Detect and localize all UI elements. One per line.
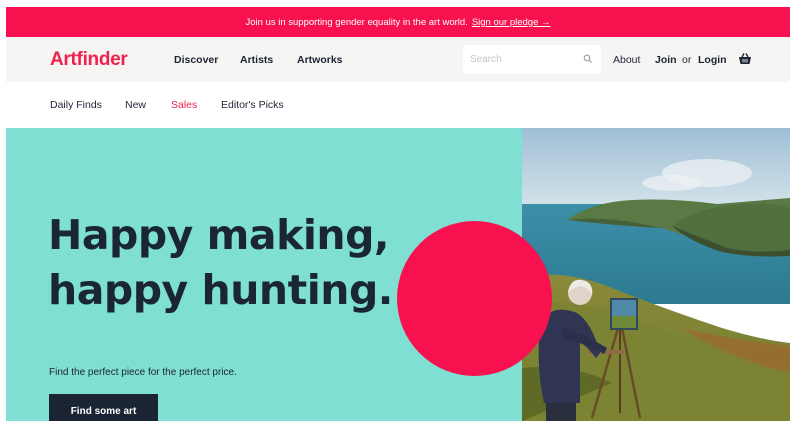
sub-nav: Daily Finds New Sales Editor's Picks (6, 82, 790, 128)
page-frame: Join us in supporting gender equality in… (6, 7, 790, 421)
hero-photo (522, 128, 790, 421)
login-link[interactable]: Login (698, 54, 727, 66)
subnav-daily-finds[interactable]: Daily Finds (50, 99, 102, 111)
join-link[interactable]: Join (655, 54, 677, 66)
pink-circle-decoration (397, 221, 552, 376)
search-box (463, 45, 601, 74)
subnav-sales[interactable]: Sales (171, 99, 197, 111)
subnav-editors-picks[interactable]: Editor's Picks (221, 99, 284, 111)
promo-banner: Join us in supporting gender equality in… (6, 7, 790, 37)
headline-line-1: Happy making, (48, 211, 390, 259)
find-some-art-button[interactable]: Find some art (49, 394, 158, 421)
hero-section: Happy making, happy hunting. Find the pe… (6, 128, 790, 421)
nav-artists[interactable]: Artists (240, 54, 273, 66)
promo-message: Join us in supporting gender equality in… (245, 16, 468, 28)
main-header: Artfinder Discover Artists Artworks Abou… (6, 37, 790, 82)
subnav-new[interactable]: New (125, 99, 146, 111)
or-text: or (682, 54, 692, 66)
hero-tagline: Find the perfect piece for the perfect p… (49, 367, 237, 378)
pledge-link[interactable]: Sign our pledge → (472, 17, 551, 28)
search-input[interactable] (470, 54, 580, 65)
coastal-painter-image (522, 128, 790, 421)
nav-discover[interactable]: Discover (174, 54, 218, 66)
artfinder-logo[interactable]: Artfinder (50, 49, 128, 71)
basket-icon[interactable] (738, 52, 752, 66)
search-icon[interactable] (583, 54, 593, 64)
about-link[interactable]: About (613, 54, 640, 66)
nav-artworks[interactable]: Artworks (297, 54, 343, 66)
